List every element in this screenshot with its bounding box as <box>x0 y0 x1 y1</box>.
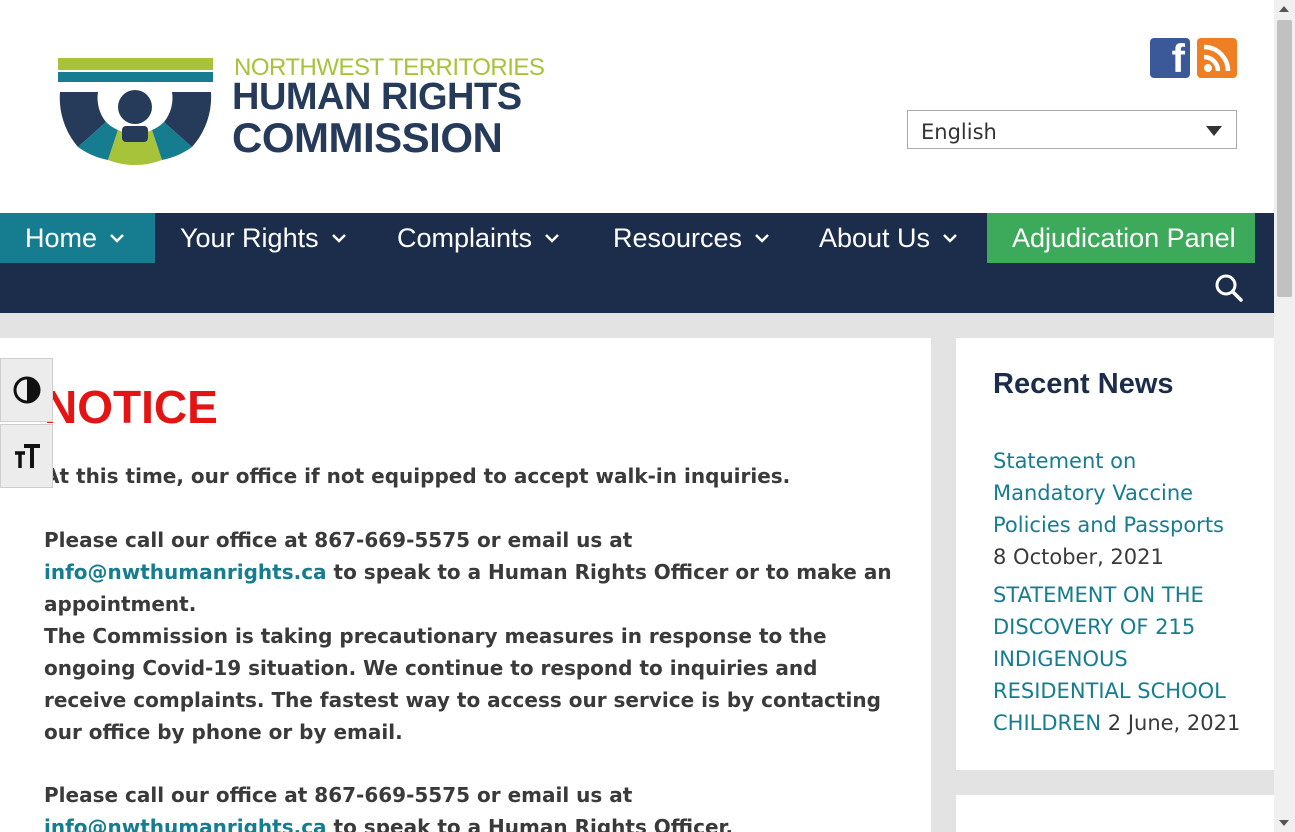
paragraph-text: Please call our office at 867-669-5575 o… <box>44 528 633 552</box>
notice-paragraph: Please call our office at 867-669-5575 o… <box>44 524 904 620</box>
notice-paragraph: At this time, our office if not equipped… <box>44 464 791 488</box>
main-content: NOTICE At this time, our office if not e… <box>0 338 931 832</box>
search-icon[interactable] <box>1214 273 1244 303</box>
nav-item-label: Home <box>25 222 98 253</box>
toggle-contrast-button[interactable] <box>0 358 53 422</box>
news-item: Statement on Mandatory Vaccine Policies … <box>993 445 1243 573</box>
nav-item-label: Complaints <box>397 222 533 253</box>
nav-item-adjudication-panel[interactable]: Adjudication Panel <box>987 213 1255 263</box>
logo-text-line2: HUMAN RIGHTS <box>232 76 522 118</box>
logo-text-line3: COMMISSION <box>232 114 503 161</box>
nav-item-complaints[interactable]: Complaints <box>397 213 560 263</box>
contrast-icon <box>13 376 40 404</box>
news-link[interactable]: Statement on Mandatory Vaccine Policies … <box>993 449 1224 537</box>
news-date: 2 June, 2021 <box>1107 711 1241 735</box>
chevron-down-icon <box>545 234 559 243</box>
language-select[interactable]: English <box>907 110 1237 149</box>
site-header: NORTHWEST TERRITORIES HUMAN RIGHTS COMMI… <box>0 0 1274 213</box>
notice-title: NOTICE <box>44 381 218 433</box>
scrollbar-thumb[interactable] <box>1277 20 1292 297</box>
nav-item-label: About Us <box>819 222 931 253</box>
sidebar-recent-news: Recent News Statement on Mandatory Vacci… <box>956 338 1274 770</box>
rss-glyph-icon <box>1203 44 1231 72</box>
nav-item-label: Your Rights <box>180 222 319 253</box>
paragraph-text: Please call our office at 867-669-5575 o… <box>44 783 633 807</box>
sidebar-title: Recent News <box>993 368 1174 400</box>
logo-emblem-icon <box>58 58 213 166</box>
chevron-down-icon <box>755 234 769 243</box>
page-scrollbar[interactable] <box>1274 0 1295 832</box>
nav-item-home[interactable]: Home <box>0 213 155 263</box>
sidebar-widget <box>956 795 1274 832</box>
nav-item-your-rights[interactable]: Your Rights <box>180 213 347 263</box>
facebook-icon[interactable]: f <box>1150 37 1190 81</box>
nav-item-resources[interactable]: Resources <box>613 213 770 263</box>
news-date: 8 October, 2021 <box>993 545 1164 569</box>
notice-paragraph: Please call our office at 867-669-5575 o… <box>44 779 904 832</box>
nav-item-about-us[interactable]: About Us <box>819 213 958 263</box>
chevron-down-icon <box>331 234 346 243</box>
notice-paragraph: The Commission is taking precautionary m… <box>44 624 881 744</box>
site-logo[interactable]: NORTHWEST TERRITORIES HUMAN RIGHTS COMMI… <box>56 52 545 168</box>
scroll-down-icon[interactable] <box>1279 820 1289 826</box>
text-size-icon <box>14 444 40 468</box>
email-link[interactable]: info@nwthumanrights.ca <box>44 815 327 832</box>
main-nav: Home Your Rights Complaints Resources Ab… <box>0 213 1274 313</box>
email-link[interactable]: info@nwthumanrights.ca <box>44 560 327 584</box>
dropdown-arrow-icon <box>1206 126 1222 136</box>
paragraph-text: to speak to a Human Rights Officer. <box>326 815 734 832</box>
nav-item-label: Resources <box>613 222 743 253</box>
rss-icon[interactable] <box>1197 38 1237 78</box>
nav-item-label: Adjudication Panel <box>1012 222 1236 253</box>
chevron-down-icon <box>943 234 957 243</box>
toggle-font-size-button[interactable] <box>0 424 53 488</box>
language-select-value: English <box>921 120 997 144</box>
facebook-glyph: f <box>1171 37 1185 81</box>
scroll-up-icon[interactable] <box>1279 6 1289 12</box>
chevron-down-icon <box>110 234 124 243</box>
news-item: STATEMENT ON THE DISCOVERY OF 215 INDIGE… <box>993 579 1243 739</box>
